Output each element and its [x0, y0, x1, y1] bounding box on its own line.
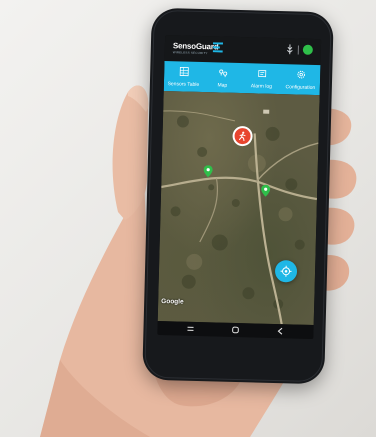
app-header: SensoGuard WIRELESS SECURITY: [164, 35, 322, 66]
map-attribution: Google: [161, 298, 184, 306]
sensors-table-icon: [179, 67, 189, 77]
running-person-icon: [238, 131, 246, 142]
usb-icon: [287, 44, 293, 55]
phone-screen: SensoGuard WIRELESS SECURITY Sensors Tab…: [157, 35, 322, 340]
recent-apps-icon[interactable]: [185, 324, 195, 334]
status-divider: [297, 45, 299, 55]
home-icon[interactable]: [230, 325, 240, 335]
connection-status-icon[interactable]: [302, 44, 313, 55]
tab-configuration[interactable]: Configuration: [281, 64, 321, 95]
logo-bars-icon: [212, 42, 224, 53]
satellite-map[interactable]: Google: [157, 91, 320, 326]
sensor-pin-icon[interactable]: [261, 184, 271, 197]
tab-sensors-table[interactable]: Sensors Table: [164, 61, 204, 92]
map-icon: [218, 69, 227, 78]
tab-label: Map: [217, 82, 228, 89]
tab-bar: Sensors Table Map Alarm log Configuratio…: [163, 61, 321, 96]
tab-label: Configuration: [285, 84, 316, 91]
gear-icon: [296, 70, 305, 79]
alarm-log-icon: [257, 70, 266, 78]
tab-label: Alarm log: [250, 83, 273, 90]
phone: SensoGuard WIRELESS SECURITY Sensors Tab…: [142, 7, 334, 385]
crosshair-icon: [280, 265, 292, 277]
tab-alarm-log[interactable]: Alarm log: [242, 63, 282, 94]
tab-label: Sensors Table: [167, 81, 200, 88]
sensor-pin-icon[interactable]: [203, 165, 213, 178]
tab-map[interactable]: Map: [203, 62, 243, 93]
back-icon[interactable]: [275, 326, 285, 336]
app-logo-subtext: WIRELESS SECURITY: [172, 50, 208, 56]
